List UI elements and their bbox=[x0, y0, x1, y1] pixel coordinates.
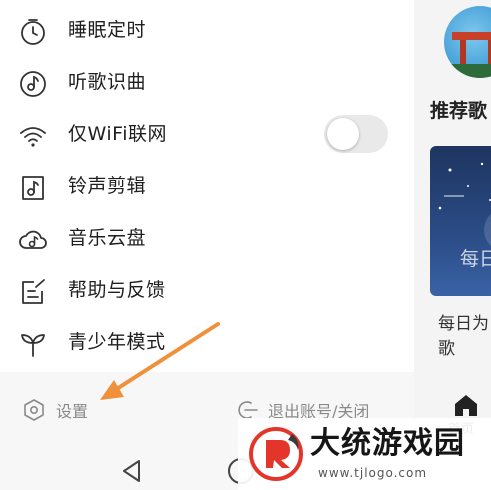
ringtone-icon bbox=[22, 176, 44, 200]
menu-item-label: 听歌识曲 bbox=[68, 71, 147, 93]
side-drawer: 睡眠定时 听歌识曲 仅WiFi联网 铃声剪辑 音乐云盘 帮助与反馈 青少年模式 … bbox=[0, 0, 414, 490]
watermark-logo bbox=[249, 427, 303, 481]
sprout-icon bbox=[21, 334, 45, 357]
cloud-icon bbox=[19, 230, 47, 249]
menu-item-sleep-timer[interactable]: 睡眠定时 bbox=[0, 4, 414, 56]
menu-item-label: 青少年模式 bbox=[68, 331, 166, 353]
album-artwork[interactable] bbox=[444, 6, 491, 78]
watermark-domain: www.tjlogo.com bbox=[318, 466, 428, 480]
main-content-panel: 推荐歌 每日 每日为歌 首页 bbox=[414, 0, 491, 490]
recommend-section-title: 推荐歌 bbox=[430, 100, 488, 122]
menu-item-label: 仅WiFi联网 bbox=[68, 123, 167, 145]
daily-recommend-card[interactable]: 每日 bbox=[430, 146, 491, 296]
album-artwork-image bbox=[444, 32, 491, 78]
settings-label: 设置 bbox=[56, 402, 89, 421]
menu-item-help-feedback[interactable]: 帮助与反馈 bbox=[0, 264, 414, 316]
nav-back-icon[interactable] bbox=[120, 458, 144, 484]
watermark-text: 大统游戏园 bbox=[310, 426, 465, 461]
home-tab-icon[interactable] bbox=[452, 392, 480, 418]
timer-icon bbox=[21, 19, 45, 45]
menu-item-song-recognition[interactable]: 听歌识曲 bbox=[0, 56, 414, 108]
feedback-icon bbox=[22, 279, 45, 304]
menu-item-label: 音乐云盘 bbox=[68, 227, 147, 249]
card-caption: 每日为歌 bbox=[438, 314, 489, 359]
menu-item-label: 帮助与反馈 bbox=[68, 279, 166, 301]
card-overlay-text: 每日 bbox=[460, 248, 491, 270]
wifi-only-toggle[interactable] bbox=[324, 115, 388, 153]
menu-item-label: 铃声剪辑 bbox=[68, 175, 147, 197]
toggle-knob bbox=[327, 118, 359, 150]
music-recognize-icon bbox=[20, 71, 46, 97]
menu-item-ringtone-edit[interactable]: 铃声剪辑 bbox=[0, 160, 414, 212]
menu-item-label: 睡眠定时 bbox=[68, 19, 147, 41]
settings-icon bbox=[24, 399, 44, 421]
menu-item-youth-mode[interactable]: 青少年模式 bbox=[0, 316, 414, 368]
card-background-stars bbox=[438, 162, 491, 247]
wifi-icon bbox=[20, 127, 46, 147]
menu-item-cloud-drive[interactable]: 音乐云盘 bbox=[0, 212, 414, 264]
site-watermark: 大统游戏园 www.tjlogo.com bbox=[238, 418, 491, 490]
